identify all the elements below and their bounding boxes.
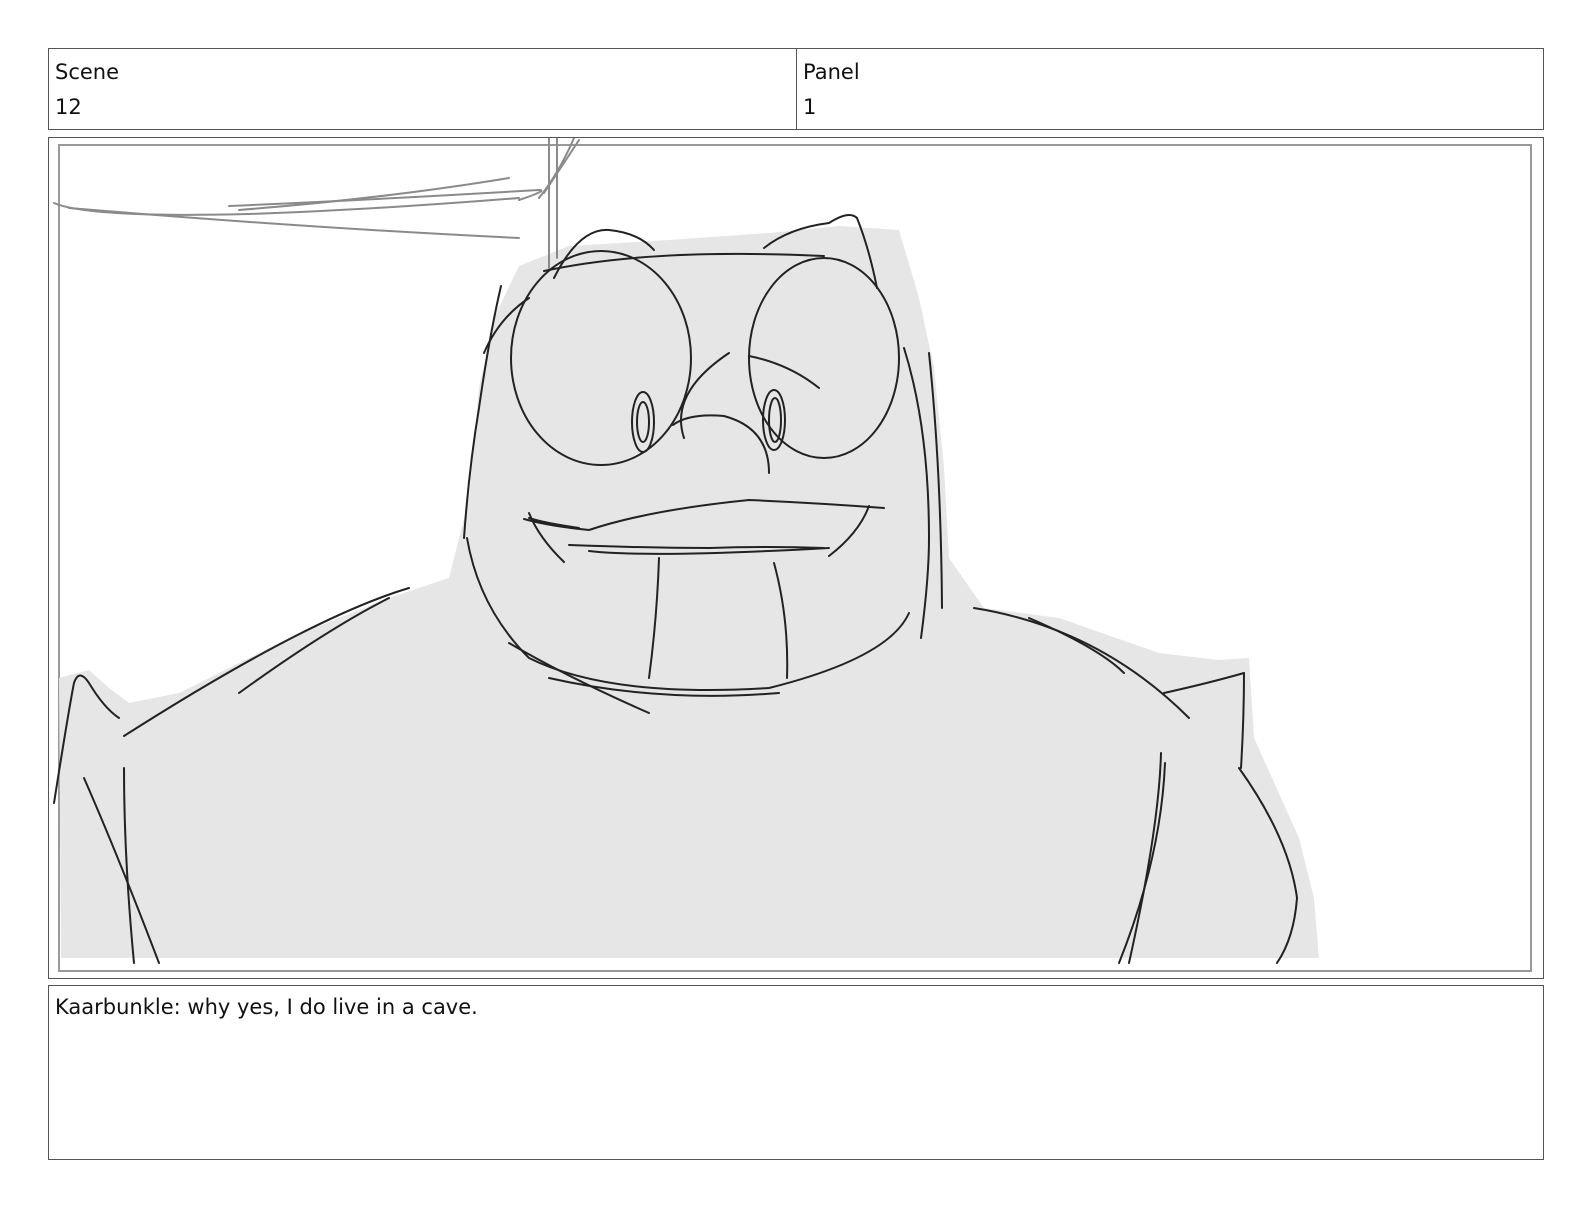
scene-panel-header: Scene 12 Panel 1: [48, 48, 1544, 130]
dialogue-caption: Kaarbunkle: why yes, I do live in a cave…: [48, 985, 1544, 1160]
panel-cell: Panel 1: [796, 49, 1543, 129]
scene-value: 12: [55, 95, 82, 119]
storyboard-panel: [48, 137, 1544, 979]
background-sketch-lines: [53, 138, 580, 269]
panel-value: 1: [803, 95, 817, 119]
scene-label: Scene: [55, 60, 120, 84]
storyboard-sketch-image: [53, 138, 1532, 972]
scene-cell: Scene 12: [49, 49, 796, 129]
dialogue-text: Kaarbunkle: why yes, I do live in a cave…: [55, 995, 478, 1019]
panel-label: Panel: [803, 60, 860, 84]
